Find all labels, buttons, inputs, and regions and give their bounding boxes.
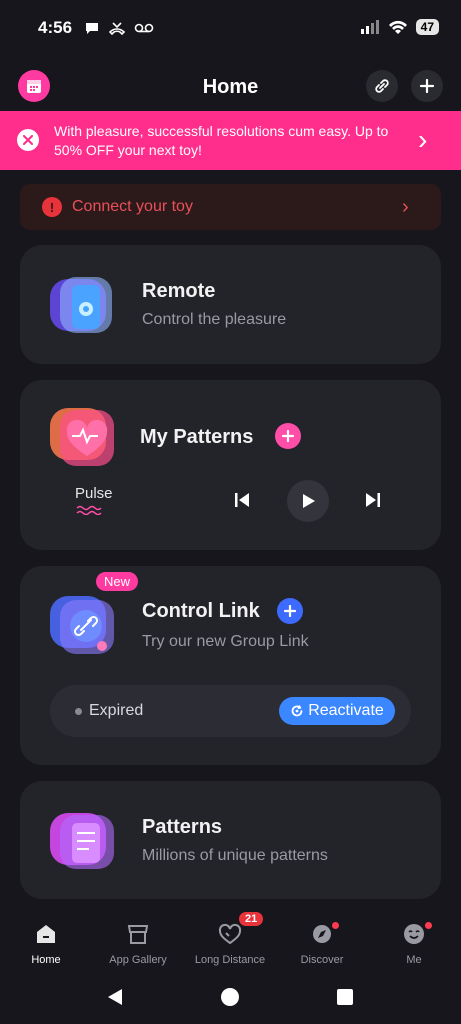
play-button[interactable] (287, 480, 329, 522)
home-circle-icon[interactable] (220, 987, 240, 1007)
control-link-subtitle: Try our new Group Link (142, 633, 309, 650)
store-icon (127, 925, 149, 944)
battery-level: 47 (415, 19, 439, 35)
reactivate-button[interactable]: Reactivate (279, 697, 395, 725)
chevron-right-icon[interactable]: › (418, 126, 427, 154)
status-dot-icon (75, 708, 82, 715)
my-patterns-title: My Patterns (140, 426, 254, 448)
reactivate-label: Reactivate (308, 702, 384, 719)
status-left-icons (84, 20, 154, 36)
link-icon (375, 79, 389, 93)
link-button[interactable] (366, 70, 398, 102)
play-icon (303, 494, 315, 508)
voicemail-icon (134, 23, 154, 33)
alert-icon: ! (42, 197, 62, 217)
promo-text: With pleasure, successful resolutions cu… (54, 123, 389, 158)
nav-label: App Gallery (109, 954, 167, 966)
control-link-app-icon (50, 594, 120, 663)
message-icon (86, 23, 98, 34)
face-icon (404, 924, 424, 944)
home-icon (37, 925, 55, 943)
connect-toy-label: Connect your toy (72, 198, 193, 215)
patterns-subtitle: Millions of unique patterns (142, 847, 328, 864)
link-status-text: Expired (89, 702, 144, 719)
remote-title: Remote (142, 280, 216, 302)
patterns-app-icon (50, 809, 120, 878)
add-control-link-button[interactable] (277, 598, 303, 624)
nav-label: Discover (300, 954, 344, 966)
add-button[interactable] (411, 70, 443, 102)
patterns-title: Patterns (142, 816, 223, 838)
missed-call-icon (108, 22, 126, 36)
me-dot-indicator (425, 922, 432, 929)
status-right-icons: 47 (360, 19, 439, 35)
current-pattern-name[interactable]: Pulse (75, 485, 113, 502)
plus-icon (419, 78, 435, 94)
nav-item-discover[interactable]: Discover (276, 920, 368, 966)
nav-label: Long Distance (194, 954, 266, 966)
add-pattern-button[interactable] (275, 423, 301, 449)
nav-label: Me (406, 954, 422, 966)
discover-dot-indicator (332, 922, 339, 929)
skip-next-icon (366, 493, 380, 507)
close-icon (23, 135, 33, 145)
next-button[interactable] (363, 490, 383, 515)
remote-subtitle: Control the pleasure (142, 311, 287, 328)
compass-icon (313, 925, 331, 943)
pattern-heart-icon (50, 404, 120, 473)
status-time: 4:56 (38, 18, 73, 37)
refresh-icon (291, 705, 303, 717)
signal-icon (360, 20, 379, 34)
nav-item-home[interactable]: Home (0, 920, 92, 966)
back-icon[interactable] (105, 987, 125, 1007)
wifi-icon (388, 20, 407, 34)
previous-button[interactable] (232, 490, 252, 515)
chevron-right-icon: › (402, 196, 409, 218)
remote-app-icon (50, 273, 120, 342)
promo-close-button[interactable] (17, 129, 39, 151)
control-link-title: Control Link (142, 600, 260, 622)
nav-label: Home (31, 954, 61, 966)
plus-icon (284, 605, 296, 617)
nav-item-me[interactable]: Me (368, 920, 460, 966)
nav-item-long-distance[interactable]: Long Distance (184, 920, 276, 966)
notification-badge: 21 (239, 912, 264, 926)
nav-item-app-gallery[interactable]: App Gallery (92, 920, 184, 966)
skip-previous-icon (235, 493, 249, 507)
wave-icon (76, 505, 102, 515)
heart-chat-icon (218, 923, 242, 945)
plus-icon (282, 430, 294, 442)
recents-icon[interactable] (336, 988, 354, 1006)
new-badge: New (96, 572, 139, 591)
